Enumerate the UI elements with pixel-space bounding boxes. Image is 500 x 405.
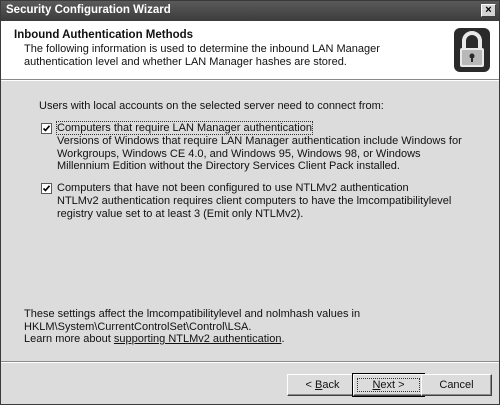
next-button[interactable]: Next >	[352, 373, 425, 397]
learn-more-line: Learn more about supporting NTLMv2 authe…	[24, 333, 444, 346]
option-description: Versions of Windows that require LAN Man…	[57, 135, 462, 172]
wizard-content: Users with local accounts on the selecte…	[1, 81, 499, 361]
checkbox-lan-manager[interactable]	[41, 123, 52, 134]
wizard-window: Security Configuration Wizard × Inbound …	[0, 0, 500, 405]
note-line-2: HKLM\System\CurrentControlSet\Control\LS…	[24, 320, 252, 333]
checkmark-icon	[42, 185, 51, 192]
option-label[interactable]: Computers that require LAN Manager authe…	[56, 121, 313, 135]
wizard-header: Inbound Authentication Methods The follo…	[1, 21, 499, 80]
prompt-text: Users with local accounts on the selecte…	[39, 100, 384, 112]
learn-more-link[interactable]: supporting NTLMv2 authentication	[114, 333, 282, 345]
checkmark-icon	[42, 125, 51, 132]
learn-more-prefix: Learn more about	[24, 333, 114, 345]
window-title: Security Configuration Wizard	[6, 4, 171, 16]
title-bar[interactable]: Security Configuration Wizard ×	[1, 1, 499, 21]
learn-more-suffix: .	[281, 333, 285, 345]
lock-icon	[453, 27, 491, 73]
option-description: NTLMv2 authentication requires client co…	[57, 195, 452, 220]
back-button[interactable]: < Back	[287, 374, 358, 396]
note-line-1: These settings affect the lmcompatibilit…	[24, 308, 361, 320]
cancel-button[interactable]: Cancel	[421, 374, 492, 396]
close-icon: ×	[485, 4, 492, 16]
option-label[interactable]: Computers that have not been configured …	[57, 182, 409, 194]
settings-note: These settings affect the lmcompatibilit…	[24, 308, 444, 346]
checkbox-ntlmv2[interactable]	[41, 183, 52, 194]
footer-divider-highlight	[1, 362, 499, 363]
close-button[interactable]: ×	[481, 4, 496, 17]
page-title: Inbound Authentication Methods	[14, 29, 194, 41]
page-description: The following information is used to det…	[24, 43, 380, 68]
